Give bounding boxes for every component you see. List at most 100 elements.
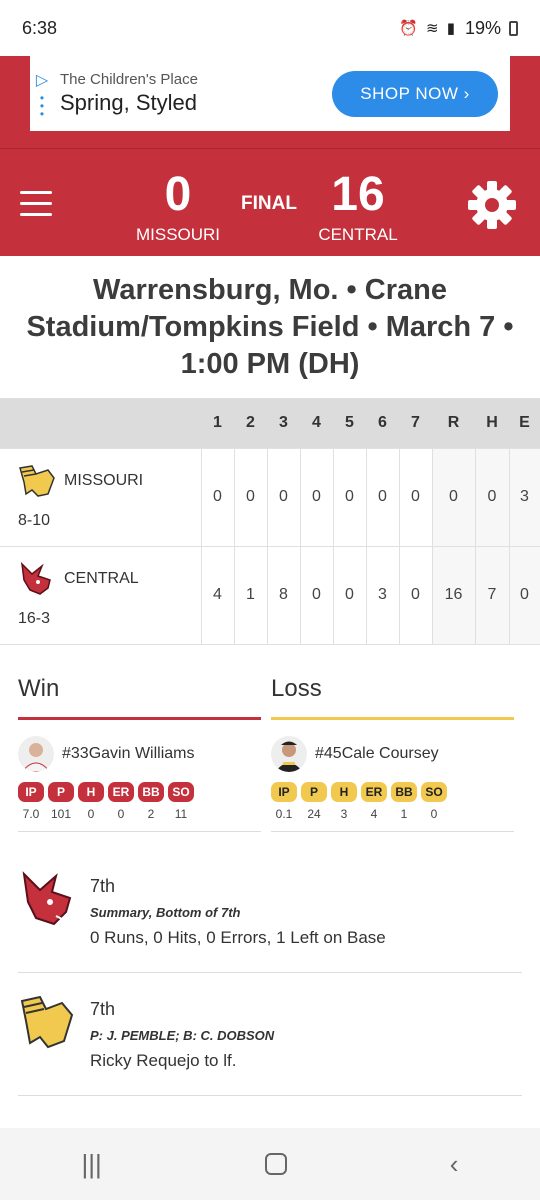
ad-brand: The Children's Place [60, 71, 198, 88]
score-cell: 0 [299, 447, 334, 547]
stat-value: 4 [370, 806, 378, 821]
team-cell[interactable]: CENTRAL 16-3 [0, 545, 202, 645]
stat-value: 7.0 [22, 806, 40, 821]
stat-label: BB [138, 781, 164, 802]
inning-1-header: 1 [201, 398, 234, 448]
score-header: 0 MISSOURI FINAL 16 CENTRAL [0, 148, 540, 256]
home-score: 16 [331, 168, 385, 221]
home-icon[interactable] [264, 1153, 287, 1175]
gear-icon[interactable] [466, 179, 518, 231]
loss-title: Loss [271, 674, 322, 702]
divider [271, 830, 514, 832]
stat-value: 2 [147, 806, 155, 821]
inning-2-header: 2 [234, 398, 267, 448]
loss-divider [271, 716, 514, 720]
loss-stats: IP 0.1 P 24 H 3 ER 4 BB 1 SO 0 [271, 781, 514, 821]
team-record: 16-3 [18, 610, 51, 627]
away-name: MISSOURI [135, 225, 221, 244]
errors-header: E [509, 398, 540, 448]
system-icons: ⏰ ≋ ▮ [399, 20, 457, 37]
inning-4-header: 4 [300, 398, 333, 448]
away-team-score: 0 MISSOURI [113, 171, 243, 245]
score-cell: 0 [398, 545, 433, 645]
avatar [18, 735, 54, 772]
linescore-header-row: 1 2 3 4 5 6 7 R H E [0, 398, 540, 448]
play-subtitle: P: J. PEMBLE; B: C. DOBSON [90, 1027, 275, 1043]
team-cell[interactable]: MISSOURI 8-10 [0, 447, 202, 547]
stat-value: 0.1 [275, 806, 293, 821]
stat-value: 0 [430, 806, 438, 821]
score-cell: 8 [266, 545, 301, 645]
score-cell: 0 [365, 447, 400, 547]
win-title: Win [18, 674, 60, 702]
list-item[interactable]: 7th Summary, Bottom of 7th 0 Runs, 0 Hit… [18, 862, 522, 973]
stat-value: 101 [50, 806, 72, 821]
clock: 6:38 [22, 17, 58, 38]
stat-label: H [331, 781, 357, 802]
back-icon[interactable]: ‹ [450, 1149, 459, 1180]
linescore-table: 1 2 3 4 5 6 7 R H E MISSOURI 8-10 0 0 0 … [0, 398, 540, 645]
away-score: 0 [164, 168, 192, 221]
stat-label: H [78, 781, 104, 802]
score-cell: 1 [233, 545, 268, 645]
list-item[interactable]: 7th P: J. PEMBLE; B: C. DOBSON Ricky Req… [18, 985, 522, 1096]
loss-decision: Loss #45Cale Coursey IP 0.1 P 24 H 3 ER 4 BB… [271, 675, 514, 832]
menu-icon[interactable] [20, 191, 52, 224]
recent-apps-icon[interactable]: ||| [82, 1149, 102, 1180]
android-nav-bar: ||| ‹ [0, 1128, 540, 1200]
shop-now-button[interactable]: SHOP NOW › [332, 70, 498, 117]
pitcher-name: #33Gavin Williams [62, 744, 195, 762]
play-inning: 7th [90, 998, 116, 1019]
win-pitcher[interactable]: #33Gavin Williams [18, 735, 261, 772]
home-team-score: 16 CENTRAL [293, 171, 423, 245]
score-cell: 0 [299, 545, 334, 645]
score-cell: 0 [200, 447, 235, 547]
status-icons: ⏰ ≋ ▮ 19% [399, 18, 518, 39]
home-name: CENTRAL [318, 225, 398, 244]
stat-value: 0 [87, 806, 95, 821]
hits-cell: 0 [474, 447, 510, 547]
play-text: 7th Summary, Bottom of 7th 0 Runs, 0 Hit… [90, 870, 386, 948]
stat-label: ER [108, 781, 134, 802]
inning-5-header: 5 [333, 398, 366, 448]
play-description: 0 Runs, 0 Hits, 0 Errors, 1 Left on Base [90, 927, 386, 947]
divider [18, 830, 261, 832]
play-text: 7th P: J. PEMBLE; B: C. DOBSON Ricky Req… [90, 993, 274, 1071]
table-row: MISSOURI 8-10 0 0 0 0 0 0 0 0 0 3 [0, 447, 540, 547]
score-cell: 0 [233, 447, 268, 547]
battery-level: 19% [464, 17, 501, 38]
play-description: Ricky Requejo to lf. [90, 1050, 237, 1070]
errors-cell: 3 [508, 447, 540, 547]
pitching-decisions: Win #33Gavin Williams IP 7.0 P 101 H0 ER 0 … [0, 675, 540, 832]
score-cell: 3 [365, 545, 400, 645]
hits-header: H [475, 398, 509, 448]
central-mule-logo-icon [22, 870, 72, 925]
ad-text: The Children's Place Spring, Styled [54, 71, 332, 116]
score-cell: 4 [200, 545, 235, 645]
score-cell: 0 [332, 545, 367, 645]
team-header [0, 398, 201, 448]
runs-cell: 0 [431, 447, 476, 547]
ad-banner[interactable]: ▷ • • • The Children's Place Spring, Style… [30, 56, 510, 131]
stat-value: 0 [117, 806, 125, 821]
score-cell: 0 [266, 447, 301, 547]
inning-7-header: 7 [399, 398, 432, 448]
win-stats: IP 7.0 P 101 H0 ER 0 BB 2 SO 11 [18, 781, 261, 821]
stat-label: ER [361, 781, 387, 802]
stat-label: BB [391, 781, 417, 802]
ad-choices-icon[interactable]: ▷ • • • [30, 56, 54, 131]
pitcher-name: #45Cale Coursey [315, 744, 439, 762]
stat-label: SO [421, 781, 447, 802]
missouri-logo-icon [19, 465, 55, 497]
play-subtitle: Summary, Bottom of 7th [90, 904, 241, 920]
loss-pitcher[interactable]: #45Cale Coursey [271, 735, 514, 772]
status-bar: 6:38 ⏰ ≋ ▮ 19% [0, 0, 540, 56]
inning-3-header: 3 [267, 398, 300, 448]
ad-tagline: Spring, Styled [60, 90, 197, 115]
play-triangle-icon: ▷ [35, 71, 49, 89]
stat-label: IP [18, 781, 44, 802]
win-decision: Win #33Gavin Williams IP 7.0 P 101 H0 ER 0 … [18, 675, 261, 832]
missouri-logo-icon [20, 995, 74, 1048]
avatar [271, 735, 307, 772]
runs-header: R [432, 398, 475, 448]
